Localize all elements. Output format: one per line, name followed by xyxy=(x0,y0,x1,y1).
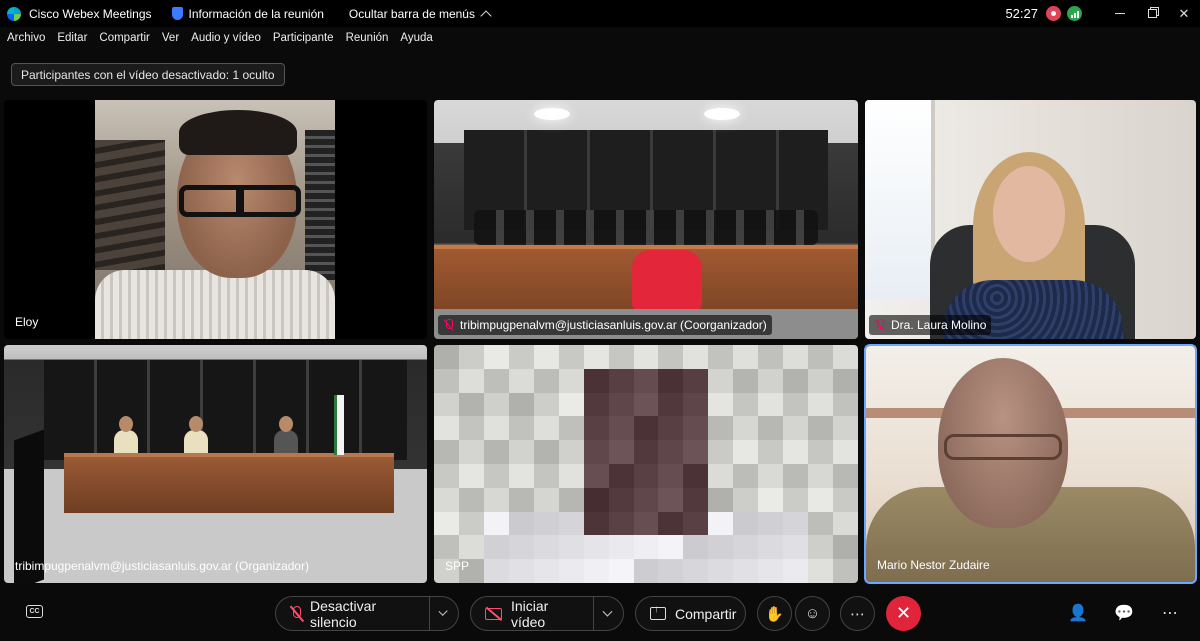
pixelated-video xyxy=(434,345,858,583)
participant-video xyxy=(95,100,335,339)
unmute-button[interactable]: Desactivar silencio xyxy=(275,596,459,631)
participant-name: SPP xyxy=(445,559,470,573)
participant-name-label: SPP xyxy=(440,556,474,576)
title-bar: Cisco Webex Meetings Información de la r… xyxy=(0,0,1200,27)
chat-panel-button[interactable]: 💬 xyxy=(1114,603,1134,623)
person-icon: 👤 xyxy=(1068,605,1088,622)
participant-name-label: tribimpugpenalvm@justiciasanluis.gov.ar … xyxy=(438,315,772,335)
participant-name: Eloy xyxy=(15,315,39,329)
hidden-participants-button[interactable]: Participantes con el vídeo desactivado: … xyxy=(11,63,285,86)
meeting-controls-bar: CC Desactivar silencio Iniciar vídeo Com… xyxy=(0,590,1200,641)
participant-name: tribimpugpenalvm@justiciasanluis.gov.ar … xyxy=(15,559,310,573)
participant-name: Mario Nestor Zudaire xyxy=(877,558,990,572)
camera-off-icon xyxy=(485,607,502,620)
video-tile-eloy[interactable]: Eloy xyxy=(4,100,427,339)
menu-bar: Archivo Editar Compartir Ver Audio y víd… xyxy=(0,27,1200,49)
leave-meeting-button[interactable]: ✕ xyxy=(886,596,921,631)
unmute-label: Desactivar silencio xyxy=(309,597,377,630)
participant-name: tribimpugpenalvm@justiciasanluis.gov.ar … xyxy=(460,318,767,332)
participant-name-label: tribimpugpenalvm@justiciasanluis.gov.ar … xyxy=(10,556,314,576)
share-label: Compartir xyxy=(675,605,737,622)
more-icon: ⋯ xyxy=(850,605,865,623)
close-icon: ✕ xyxy=(895,603,912,623)
video-tile-spp[interactable]: SPP xyxy=(434,345,858,583)
chevron-down-icon[interactable] xyxy=(437,606,448,617)
chat-icon: 💬 xyxy=(1114,605,1134,622)
hide-menu-button[interactable]: Ocultar barra de menús xyxy=(348,6,492,22)
participant-name-label: Eloy xyxy=(10,312,43,332)
meeting-info-button[interactable]: Información de la reunión xyxy=(171,6,324,21)
recording-icon[interactable] xyxy=(1046,6,1061,21)
muted-mic-icon xyxy=(443,319,454,331)
connection-stats-icon[interactable] xyxy=(1067,6,1082,21)
shield-icon xyxy=(171,7,183,20)
participant-video xyxy=(4,345,427,583)
meeting-info-label: Información de la reunión xyxy=(188,6,324,21)
close-icon: ✕ xyxy=(1178,5,1190,21)
share-button[interactable]: Compartir xyxy=(635,596,746,631)
more-panels-button[interactable]: ⋯ xyxy=(1160,603,1180,623)
participant-name-label: Mario Nestor Zudaire xyxy=(872,555,995,575)
muted-mic-icon xyxy=(874,319,885,331)
webex-logo-icon xyxy=(7,6,21,21)
app-name: Cisco Webex Meetings xyxy=(29,6,152,21)
chevron-up-icon xyxy=(480,9,492,22)
mic-muted-icon xyxy=(290,605,301,622)
closed-captions-button[interactable]: CC xyxy=(26,605,43,618)
video-tile-organizer[interactable]: tribimpugpenalvm@justiciasanluis.gov.ar … xyxy=(4,345,427,583)
menu-participante[interactable]: Participante xyxy=(273,32,334,44)
participants-panel-button[interactable]: 👤 xyxy=(1068,603,1088,623)
minimize-button[interactable] xyxy=(1104,0,1136,27)
more-options-button[interactable]: ⋯ xyxy=(840,596,875,631)
emoji-icon: ☺ xyxy=(804,605,821,622)
menu-audio-video[interactable]: Audio y vídeo xyxy=(191,32,261,44)
menu-compartir[interactable]: Compartir xyxy=(99,32,149,44)
hand-icon: ✋ xyxy=(765,605,784,623)
chevron-down-icon[interactable] xyxy=(602,606,613,617)
meeting-timer: 52:27 xyxy=(1005,6,1038,21)
raise-hand-button[interactable]: ✋ xyxy=(757,596,792,631)
participant-name-label: Dra. Laura Molino xyxy=(869,315,992,335)
more-icon: ⋯ xyxy=(1162,605,1178,622)
video-tile-laura-molino[interactable]: Dra. Laura Molino xyxy=(865,100,1196,339)
app-title: Cisco Webex Meetings xyxy=(7,6,152,21)
start-video-button[interactable]: Iniciar vídeo xyxy=(470,596,624,631)
menu-ver[interactable]: Ver xyxy=(162,32,179,44)
reactions-button[interactable]: ☺ xyxy=(795,596,830,631)
video-tile-coorganizer[interactable]: tribimpugpenalvm@justiciasanluis.gov.ar … xyxy=(434,100,858,339)
close-window-button[interactable]: ✕ xyxy=(1168,0,1200,27)
minimize-icon xyxy=(1115,13,1125,14)
participant-video xyxy=(434,100,858,339)
video-tile-mario-zudaire[interactable]: Mario Nestor Zudaire xyxy=(864,344,1197,584)
participant-name: Dra. Laura Molino xyxy=(891,318,987,332)
menu-editar[interactable]: Editar xyxy=(57,32,87,44)
menu-archivo[interactable]: Archivo xyxy=(7,32,45,44)
restore-button[interactable] xyxy=(1136,0,1168,27)
menu-reunion[interactable]: Reunión xyxy=(346,32,389,44)
hide-menu-label: Ocultar barra de menús xyxy=(348,6,475,21)
start-video-label: Iniciar vídeo xyxy=(510,597,549,630)
share-screen-icon xyxy=(650,604,666,620)
restore-icon xyxy=(1147,9,1157,18)
menu-ayuda[interactable]: Ayuda xyxy=(400,32,432,44)
